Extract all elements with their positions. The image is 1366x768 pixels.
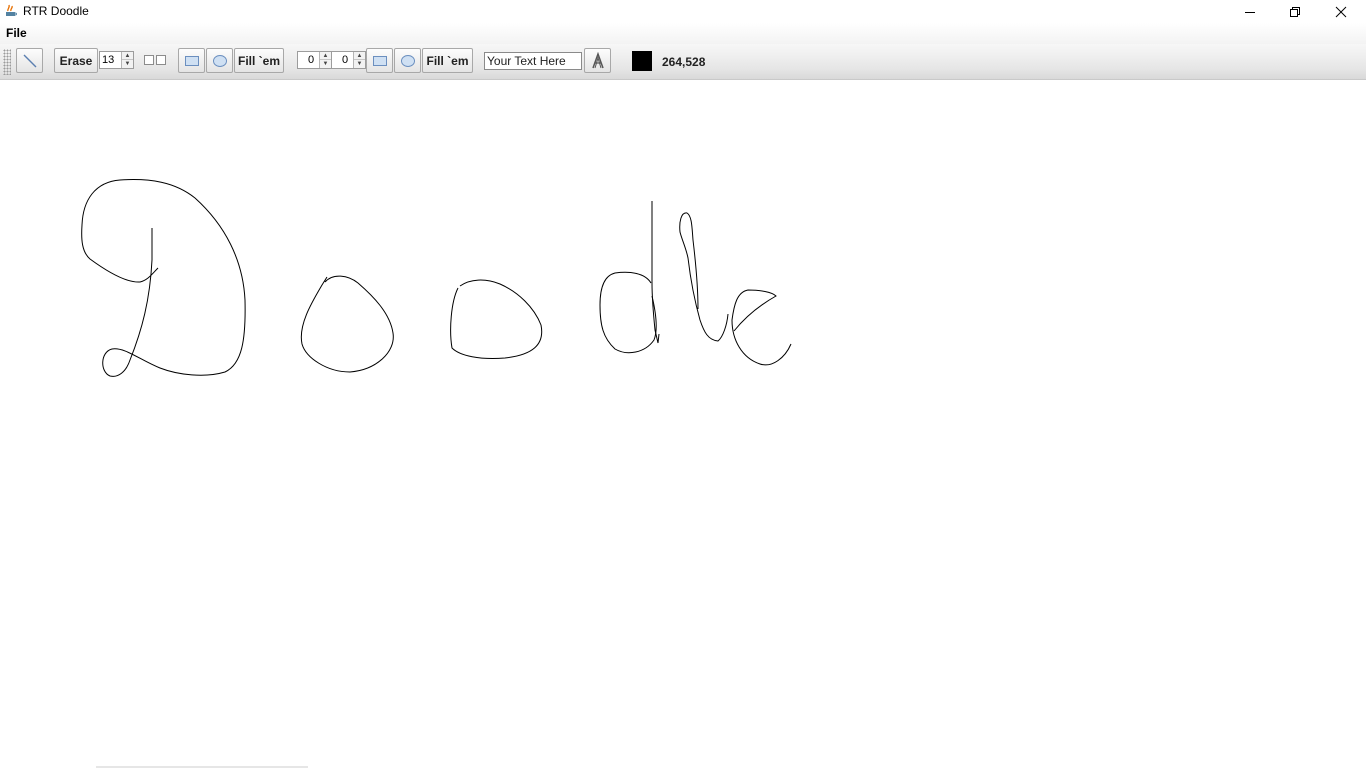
spinner-down-icon[interactable]: ▼	[354, 60, 365, 68]
line-icon	[23, 54, 36, 67]
window-title: RTR Doodle	[23, 4, 89, 18]
oval-tool-button-2[interactable]	[394, 48, 421, 73]
restore-button[interactable]	[1272, 0, 1318, 23]
minimize-button[interactable]	[1227, 0, 1273, 23]
cursor-coordinates: 264,528	[662, 55, 706, 69]
two-squares-icon	[144, 55, 166, 65]
brush-size-arrows: ▲ ▼	[121, 52, 133, 68]
spinner-up-icon[interactable]: ▲	[122, 52, 133, 60]
text-tool-button[interactable]	[584, 48, 611, 73]
title-bar: RTR Doodle	[0, 0, 1366, 23]
oval-icon	[212, 54, 227, 67]
stroke-letter-e	[731, 289, 792, 366]
stroke-letter-d	[81, 179, 246, 377]
rectangle-tool-button-2[interactable]	[366, 48, 393, 73]
stroke-letter-l	[679, 212, 729, 342]
color-swatch[interactable]	[632, 51, 652, 71]
minimize-icon	[1245, 11, 1255, 13]
close-button[interactable]	[1318, 0, 1364, 23]
width-value[interactable]: 0	[308, 54, 314, 66]
stroke-letter-o1	[300, 275, 394, 373]
text-input[interactable]	[484, 52, 582, 70]
doodle-drawing	[81, 179, 792, 377]
erase-button[interactable]: Erase	[54, 48, 98, 73]
oval-tool-button[interactable]	[206, 48, 233, 73]
spinner-up-icon[interactable]: ▲	[320, 52, 331, 60]
fill-button-2[interactable]: Fill `em	[422, 48, 473, 73]
stroke-letter-o2	[450, 279, 543, 359]
brush-size-spinner[interactable]: 13 ▲ ▼	[99, 51, 134, 69]
oval-icon	[400, 54, 415, 67]
spinner-down-icon[interactable]: ▼	[320, 60, 331, 68]
font-a-icon	[591, 51, 604, 68]
line-tool-button[interactable]	[16, 48, 43, 73]
rectangle-tool-button[interactable]	[178, 48, 205, 73]
height-spinner[interactable]: 0 ▲ ▼	[331, 51, 366, 69]
width-spinner[interactable]: 0 ▲ ▼	[297, 51, 332, 69]
width-arrows: ▲ ▼	[319, 52, 331, 68]
toolbar-grip[interactable]	[3, 49, 11, 75]
spinner-up-icon[interactable]: ▲	[354, 52, 365, 60]
height-value[interactable]: 0	[342, 54, 348, 66]
menu-file[interactable]: File	[6, 26, 27, 40]
height-arrows: ▲ ▼	[353, 52, 365, 68]
fill-button-1[interactable]: Fill `em	[234, 48, 284, 73]
close-icon	[1335, 6, 1347, 17]
java-icon	[6, 4, 17, 16]
rectangle-icon	[184, 55, 199, 66]
two-squares-toggle[interactable]	[143, 54, 167, 66]
spinner-down-icon[interactable]: ▼	[122, 60, 133, 68]
stroke-letter-d-stem	[651, 201, 660, 344]
restore-icon	[1290, 6, 1300, 17]
drawing-canvas[interactable]	[0, 83, 1366, 768]
rectangle-icon	[372, 55, 387, 66]
stroke-letter-d-bowl	[599, 271, 657, 354]
menu-bar: File	[0, 23, 1366, 44]
brush-size-value[interactable]: 13	[102, 54, 114, 66]
